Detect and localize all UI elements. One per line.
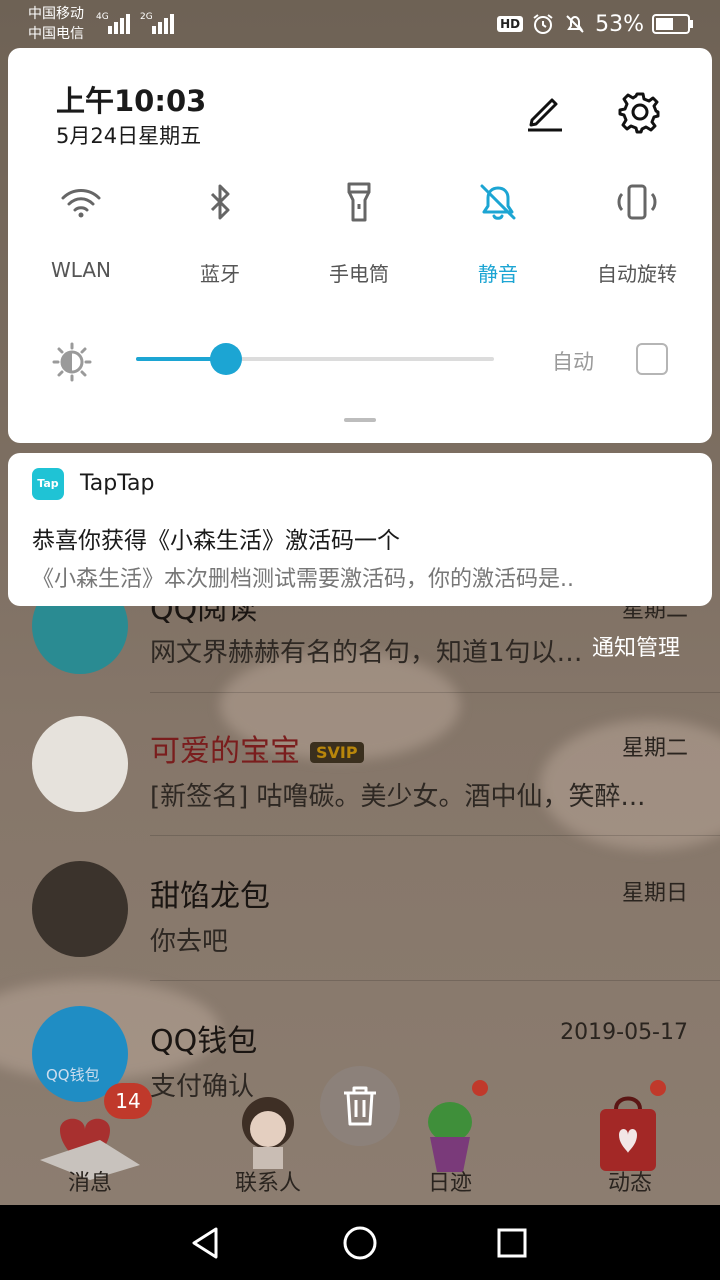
- clock-date: 5月24日星期五: [56, 124, 202, 148]
- network-type-2: 2G: [140, 12, 153, 22]
- status-bar: 中国移动 中国电信 4G 2G HD 53%: [0, 0, 720, 48]
- taptap-app-icon: Tap: [32, 468, 64, 500]
- tab-label: 联系人: [234, 1171, 301, 1196]
- carrier-labels: 中国移动 中国电信: [28, 4, 84, 44]
- auto-brightness-label: 自动: [552, 350, 594, 374]
- new-dot: [650, 1080, 666, 1096]
- signal-icon: [108, 14, 130, 34]
- avatar: [32, 861, 128, 957]
- divider: [150, 692, 720, 693]
- chat-row[interactable]: 可爱的宝宝 SVIP 星期二 [新签名] 咕噜碳。美少女。酒中仙，笑醉...: [0, 716, 720, 861]
- notification-manage-link[interactable]: 通知管理: [592, 630, 680, 662]
- divider: [150, 980, 720, 981]
- tab-feed[interactable]: 动态: [560, 1075, 700, 1205]
- tile-label: 静音: [478, 262, 518, 286]
- rotate-icon: [617, 184, 657, 220]
- tile-label: WLAN: [50, 258, 112, 282]
- brightness-icon: [52, 342, 92, 382]
- contacts-tab-icon: [242, 1097, 294, 1169]
- divider: [150, 835, 720, 836]
- chat-date: 星期二: [621, 736, 688, 761]
- chat-row[interactable]: 甜馅龙包 星期日 你去吧: [0, 861, 720, 1006]
- chat-name-text: 可爱的宝宝: [150, 734, 300, 769]
- carrier-2: 中国电信: [28, 26, 84, 42]
- network-type-1: 4G: [96, 12, 109, 22]
- recents-icon[interactable]: [492, 1223, 532, 1263]
- flashlight-icon: [347, 182, 371, 222]
- bell-off-icon: [480, 184, 516, 220]
- brightness-slider-thumb[interactable]: [209, 343, 242, 375]
- chat-name: QQ钱包: [150, 1024, 258, 1059]
- battery-icon: [652, 14, 693, 34]
- chat-message: 网文界赫赫有名的名句，知道1句以上的: [150, 638, 590, 668]
- tile-bluetooth[interactable]: 蓝牙: [150, 178, 290, 288]
- hd-icon: HD: [497, 16, 524, 32]
- notification-app-name: TapTap: [80, 471, 155, 496]
- tab-moments[interactable]: 日迹: [380, 1075, 520, 1205]
- bluetooth-icon: [210, 184, 230, 220]
- status-icons: HD 53%: [497, 8, 694, 40]
- brightness-slider[interactable]: [136, 343, 494, 375]
- battery-percent: 53%: [595, 11, 644, 37]
- chat-name: 可爱的宝宝 SVIP: [150, 726, 364, 770]
- tile-label: 手电筒: [329, 262, 389, 286]
- tile-silent[interactable]: 静音: [428, 178, 568, 288]
- chat-date: 2019-05-17: [560, 1020, 688, 1045]
- carrier-1: 中国移动: [28, 6, 84, 22]
- chat-message: 你去吧: [150, 927, 229, 957]
- notification-title: 恭喜你获得《小森生活》激活码一个: [32, 528, 400, 554]
- new-dot: [472, 1080, 488, 1096]
- tab-contacts[interactable]: 联系人: [198, 1075, 338, 1205]
- avatar: [32, 716, 128, 812]
- bag-tab-icon: [600, 1096, 656, 1171]
- unread-badge: 14: [104, 1083, 152, 1119]
- cactus-tab-icon: [428, 1102, 472, 1172]
- settings-gear-icon[interactable]: [618, 90, 662, 134]
- tab-label: 消息: [67, 1171, 112, 1196]
- tab-label: 日迹: [427, 1171, 472, 1196]
- home-icon[interactable]: [340, 1223, 380, 1263]
- wifi-icon: [61, 189, 101, 218]
- tile-auto-rotate[interactable]: 自动旋转: [567, 178, 707, 288]
- quick-settings-panel: 上午10:03 5月24日星期五 WLAN 蓝牙 手电筒 静音 自动旋转 自动: [8, 48, 712, 443]
- chat-date: 星期日: [621, 881, 688, 906]
- clock-time: 上午10:03: [56, 84, 207, 118]
- tab-messages[interactable]: 14 消息: [20, 1075, 160, 1205]
- auto-brightness-checkbox[interactable]: [636, 343, 668, 375]
- tile-label: 自动旋转: [597, 262, 677, 286]
- tile-label: 蓝牙: [200, 262, 240, 286]
- chat-message: [新签名] 咕噜碳。美少女。酒中仙，笑醉...: [150, 782, 646, 812]
- signal-icon: [152, 14, 174, 34]
- tab-label: 动态: [607, 1171, 652, 1196]
- tile-flashlight[interactable]: 手电筒: [289, 178, 429, 288]
- clear-notifications-button[interactable]: [320, 1066, 400, 1146]
- notification-card[interactable]: Tap TapTap 恭喜你获得《小森生活》激活码一个 《小森生活》本次删档测试…: [8, 453, 712, 606]
- chat-name: 甜馅龙包: [150, 879, 270, 914]
- alarm-icon: [533, 14, 553, 34]
- back-icon[interactable]: [186, 1223, 226, 1263]
- mute-icon: [566, 15, 584, 33]
- navigation-bar: [0, 1205, 720, 1280]
- panel-drag-handle[interactable]: [344, 418, 376, 422]
- notification-body: 《小森生活》本次删档测试需要激活码，你的激活码是..: [32, 567, 574, 592]
- svip-badge: SVIP: [310, 742, 364, 763]
- edit-icon[interactable]: [522, 90, 566, 134]
- tile-wlan[interactable]: WLAN: [11, 178, 151, 288]
- trash-icon: [344, 1086, 376, 1126]
